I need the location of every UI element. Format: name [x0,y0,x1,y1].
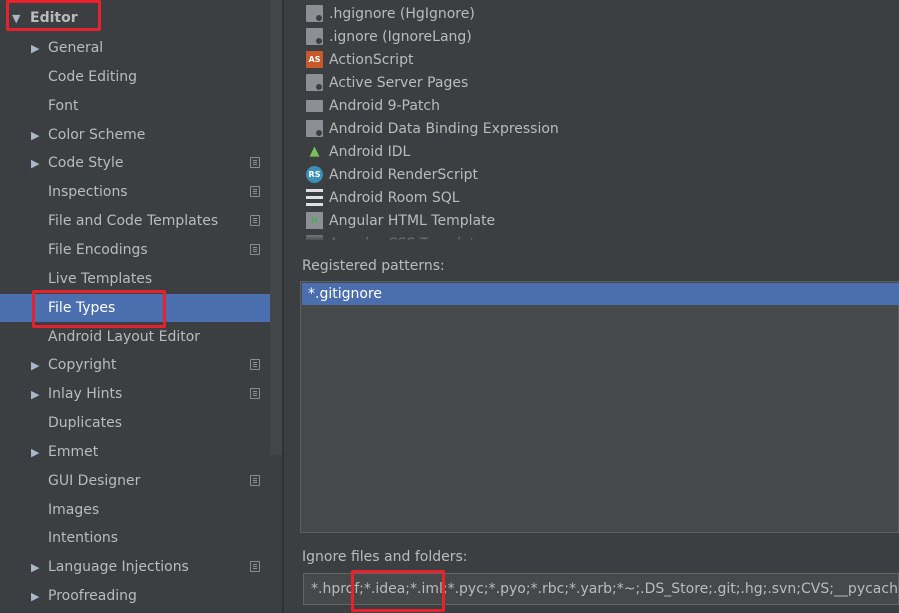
highlight-box-idea-pattern [351,570,445,612]
project-settings-icon [250,157,260,168]
sidebar-item-proofreading[interactable]: ▶ Proofreading [0,582,282,610]
recognized-file-types-list[interactable]: .hgignore (HgIgnore) .ignore (IgnoreLang)… [302,0,899,240]
sidebar-item-emmet[interactable]: ▶ Emmet [0,438,282,466]
android-icon: ▲ [309,144,320,159]
sidebar-item-label: GUI Designer [48,473,141,489]
file-type-row[interactable]: Active Server Pages [302,71,468,94]
sidebar-item-gui-designer[interactable]: GUI Designer [0,467,282,495]
sidebar-item-code-style[interactable]: ▶ Code Style [0,149,282,177]
highlight-box-file-types [32,290,166,328]
file-icon [306,74,323,91]
sidebar-item-label: Intentions [48,530,119,546]
file-type-label: Android Data Binding Expression [329,120,559,137]
sidebar-item-label: File and Code Templates [48,213,219,229]
file-type-row[interactable]: H Angular HTML Template [302,209,495,232]
sidebar-item-label: Live Templates [48,271,153,287]
sidebar-scrollbar[interactable] [270,0,282,455]
project-settings-icon [250,561,260,572]
registered-patterns-label: Registered patterns: [302,258,445,274]
sidebar-item-label: Code Editing [48,69,138,85]
file-type-label: Active Server Pages [329,74,469,91]
file-type-row[interactable]: Android Room SQL [302,186,460,209]
folder-icon [306,99,323,112]
sidebar-item-label: Font [48,98,79,114]
renderscript-icon: RS [306,166,323,183]
registered-patterns-list[interactable]: *.gitignore [300,281,899,533]
database-icon [306,189,323,206]
sidebar-item-code-editing[interactable]: Code Editing [0,63,282,91]
collapsed-arrow-icon[interactable]: ▶ [31,590,43,603]
file-type-row[interactable]: .hgignore (HgIgnore) [302,2,475,25]
file-type-label: Android IDL [329,143,411,160]
ignore-file-icon [306,120,323,137]
project-settings-icon [250,244,260,255]
ignore-files-label: Ignore files and folders: [302,549,468,565]
sidebar-item-inlay-hints[interactable]: ▶ Inlay Hints [0,380,282,408]
collapsed-arrow-icon[interactable]: ▶ [31,359,43,372]
sidebar-item-label: Inlay Hints [48,386,123,402]
file-type-row[interactable]: Android Data Binding Expression [302,117,559,140]
file-type-row[interactable]: ▲ Android IDL [302,140,411,163]
file-type-label: .ignore (IgnoreLang) [329,28,472,45]
file-type-label: .hgignore (HgIgnore) [329,5,475,22]
sidebar-item-label: Android Layout Editor [48,329,201,345]
sidebar-item-file-encodings[interactable]: File Encodings [0,236,282,264]
sidebar-item-color-scheme[interactable]: ▶ Color Scheme [0,121,282,149]
sidebar-item-label: File Encodings [48,242,148,258]
sidebar-item-label: Proofreading [48,588,137,604]
sidebar-item-live-templates[interactable]: Live Templates [0,265,282,293]
collapsed-arrow-icon[interactable]: ▶ [31,388,43,401]
sidebar-item-label: Code Style [48,155,124,171]
ignore-file-icon [306,5,323,22]
file-type-row[interactable]: AS ActionScript [302,48,413,71]
sidebar-item-copyright[interactable]: ▶ Copyright [0,351,282,379]
file-type-label: Angular HTML Template [329,212,496,229]
sidebar-item-label: Color Scheme [48,127,146,143]
file-type-label: Android RenderScript [329,166,479,183]
html-icon: H [306,212,323,229]
file-type-label: Android 9-Patch [329,97,440,114]
sidebar-item-label: Duplicates [48,415,122,431]
collapsed-arrow-icon[interactable]: ▶ [31,561,43,574]
collapsed-arrow-icon[interactable]: ▶ [31,446,43,459]
sidebar-item-label: Emmet [48,444,99,460]
file-types-panel: .hgignore (HgIgnore) .ignore (IgnoreLang)… [284,0,899,613]
file-type-row[interactable]: .ignore (IgnoreLang) [302,25,472,48]
project-settings-icon [250,388,260,399]
sidebar-item-language-injections[interactable]: ▶ Language Injections [0,553,282,581]
sidebar-item-duplicates[interactable]: Duplicates [0,409,282,437]
highlight-box-editor [6,0,101,31]
sidebar-item-label: Inspections [48,184,128,200]
pattern-label: *.gitignore [308,286,382,302]
project-settings-icon [250,186,260,197]
collapsed-arrow-icon[interactable]: ▶ [31,42,43,55]
pattern-item[interactable]: *.gitignore [302,283,899,305]
file-type-row[interactable]: Android 9-Patch [302,94,440,117]
sidebar-item-general[interactable]: ▶ General [0,34,282,62]
file-type-label: Android Room SQL [329,189,460,206]
collapsed-arrow-icon[interactable]: ▶ [31,157,43,170]
project-settings-icon [250,475,260,486]
sidebar-item-intentions[interactable]: Intentions [0,524,282,552]
actionscript-icon: AS [306,51,323,68]
project-settings-icon [250,359,260,370]
sidebar-item-images[interactable]: Images [0,496,282,524]
collapsed-arrow-icon[interactable]: ▶ [31,129,43,142]
sidebar-item-label: Language Injections [48,559,189,575]
sidebar-item-font[interactable]: Font [0,92,282,120]
file-type-label: ActionScript [329,51,414,68]
sidebar-item-file-and-code-templates[interactable]: File and Code Templates [0,207,282,235]
ignore-file-icon [306,28,323,45]
sidebar-item-label: Images [48,502,100,518]
sidebar-item-label: General [48,40,104,56]
sidebar-item-label: Copyright [48,357,117,373]
file-type-row[interactable]: RS Android RenderScript [302,163,478,186]
project-settings-icon [250,215,260,226]
sidebar-item-inspections[interactable]: Inspections [0,178,282,206]
